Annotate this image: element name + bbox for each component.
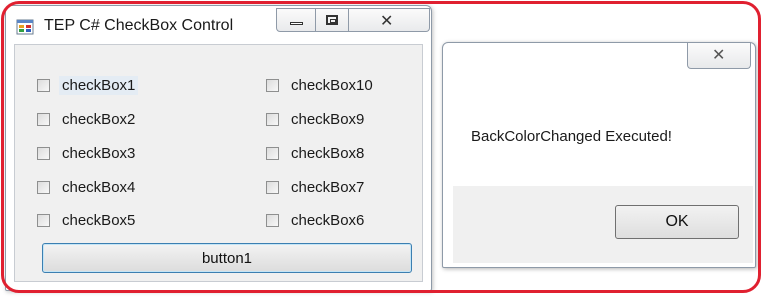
checkbox-box[interactable] xyxy=(266,180,279,194)
title-bar[interactable]: TEP C# CheckBox Control ✕ xyxy=(6,6,431,44)
checkbox-label: checkBox8 xyxy=(291,144,365,162)
checkbox-label: checkBox6 xyxy=(291,211,365,229)
minimize-icon xyxy=(290,22,303,25)
checkbox-6[interactable]: checkBox6 xyxy=(266,210,364,230)
checkbox-3[interactable]: checkBox3 xyxy=(37,143,135,163)
checkbox-box[interactable] xyxy=(266,146,279,160)
maximize-button[interactable] xyxy=(316,8,349,32)
checkbox-label: checkBox9 xyxy=(291,110,365,128)
maximize-icon xyxy=(326,15,338,25)
message-text: BackColorChanged Executed! xyxy=(471,128,672,145)
checkbox-label: checkBox3 xyxy=(62,144,136,162)
checkbox-box[interactable] xyxy=(266,78,279,92)
message-box: ✕ BackColorChanged Executed! OK xyxy=(442,42,756,268)
checkbox-8[interactable]: checkBox8 xyxy=(266,143,364,163)
checkbox-label: checkBox5 xyxy=(62,211,136,229)
message-close-button[interactable]: ✕ xyxy=(687,43,751,69)
checkbox-4[interactable]: checkBox4 xyxy=(37,177,135,197)
form-client-area: checkBox1 checkBox2 checkBox3 checkBox4 … xyxy=(14,44,423,282)
close-icon: ✕ xyxy=(712,47,726,64)
button1[interactable]: button1 xyxy=(42,243,412,273)
message-footer: OK xyxy=(453,186,753,263)
checkbox-box[interactable] xyxy=(37,78,50,92)
checkbox-box[interactable] xyxy=(266,112,279,126)
checkbox-9[interactable]: checkBox9 xyxy=(266,109,364,129)
checkbox-label: checkBox1 xyxy=(59,75,139,95)
close-icon: ✕ xyxy=(380,13,394,30)
checkbox-5[interactable]: checkBox5 xyxy=(37,210,135,230)
main-window: TEP C# CheckBox Control ✕ checkBox1 chec… xyxy=(5,5,432,291)
checkbox-2[interactable]: checkBox2 xyxy=(37,109,135,129)
checkbox-label: checkBox10 xyxy=(291,76,373,94)
checkbox-box[interactable] xyxy=(37,180,50,194)
window-title: TEP C# CheckBox Control xyxy=(44,17,234,34)
windows-form-icon xyxy=(16,19,34,35)
checkbox-box[interactable] xyxy=(266,213,279,227)
checkbox-box[interactable] xyxy=(37,112,50,126)
minimize-button[interactable] xyxy=(276,8,316,32)
ok-button[interactable]: OK xyxy=(615,205,739,239)
checkbox-box[interactable] xyxy=(37,213,50,227)
checkbox-label: checkBox7 xyxy=(291,178,365,196)
checkbox-7[interactable]: checkBox7 xyxy=(266,177,364,197)
message-body: BackColorChanged Executed! xyxy=(453,86,753,186)
close-button[interactable]: ✕ xyxy=(349,8,430,32)
checkbox-label: checkBox4 xyxy=(62,178,136,196)
window-controls: ✕ xyxy=(276,8,430,32)
checkbox-label: checkBox2 xyxy=(62,110,136,128)
checkbox-10[interactable]: checkBox10 xyxy=(266,75,373,95)
checkbox-box[interactable] xyxy=(37,146,50,160)
checkbox-1[interactable]: checkBox1 xyxy=(37,75,139,95)
